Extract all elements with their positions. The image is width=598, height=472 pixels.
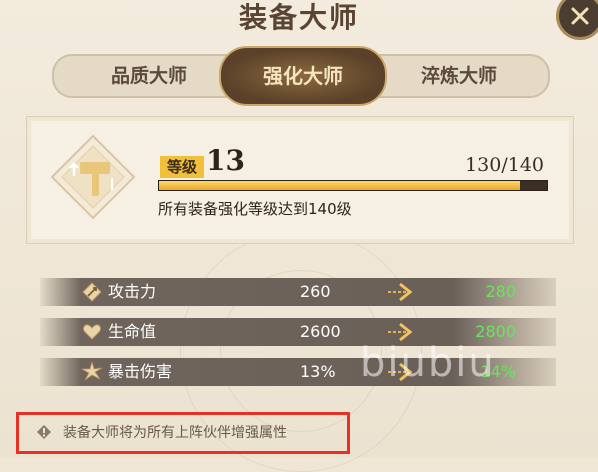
info-note: 装备大师将为所有上阵伙伴增强属性 (16, 412, 350, 454)
tab-quality-master[interactable]: 品质大师 (74, 56, 224, 96)
level-progress-fill (159, 181, 520, 190)
stat-current-value: 260 (300, 282, 331, 301)
hammer-icon (50, 134, 136, 220)
heart-icon (83, 324, 101, 340)
stat-name: 暴击伤害 (108, 362, 173, 381)
level-progress-bar (158, 180, 548, 191)
arrow-right-icon (388, 282, 413, 302)
note-text: 装备大师将为所有上阵伙伴增强属性 (63, 425, 287, 441)
attack-icon (82, 282, 102, 302)
tab-refine-master[interactable]: 淬炼大师 (384, 56, 534, 96)
watermark: biubiu (360, 340, 496, 386)
tab-enhance-master[interactable]: 强化大师 (219, 46, 387, 106)
close-icon (571, 7, 589, 25)
stat-current-value: 13% (300, 362, 336, 381)
level-progress-text: 130/140 (465, 154, 544, 176)
level-description: 所有装备强化等级达到140级 (158, 200, 352, 218)
tab-bar: 品质大师 强化大师 淬炼大师 (52, 46, 550, 106)
crit-icon (82, 362, 102, 381)
info-icon (37, 425, 51, 439)
stat-name: 攻击力 (108, 282, 157, 301)
stat-name: 生命值 (108, 322, 157, 341)
dialog-title: 装备大师 (238, 1, 359, 34)
stat-next-value: 280 (485, 282, 516, 301)
level-value: 13 (206, 144, 245, 177)
stat-current-value: 2600 (300, 322, 341, 341)
level-label: 等级 (160, 156, 204, 178)
